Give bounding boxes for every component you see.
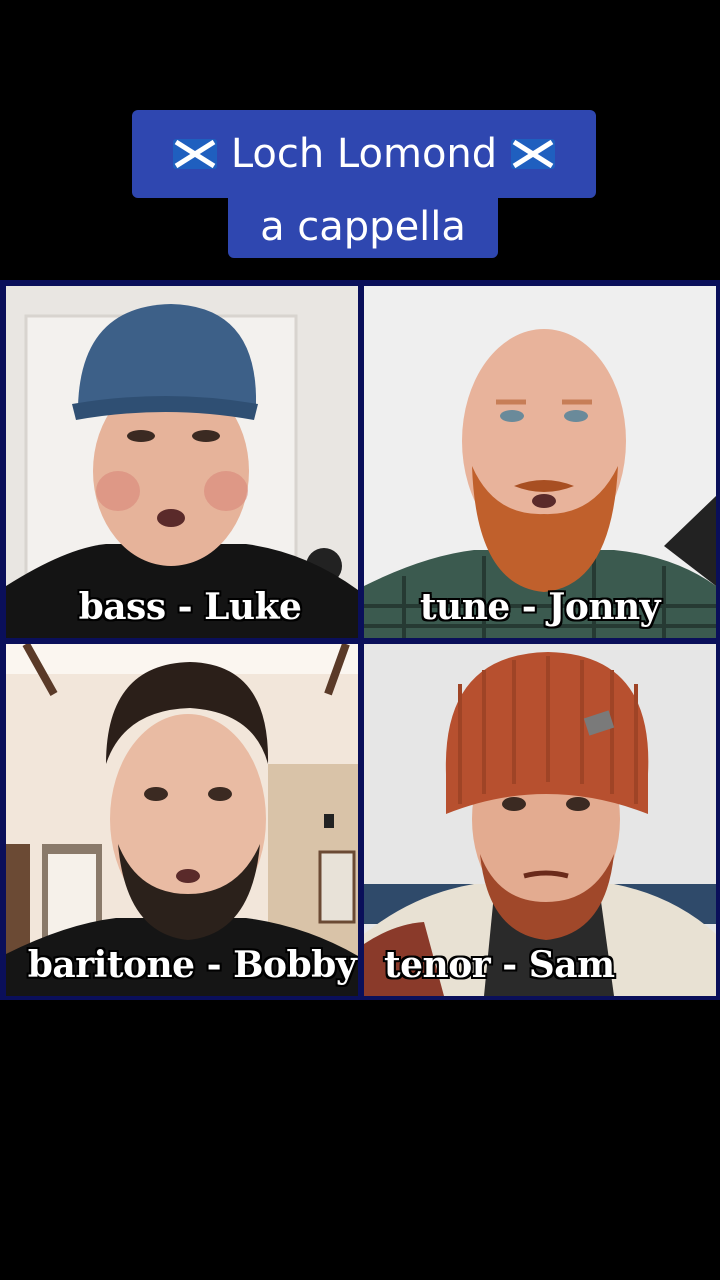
video-tile-tenor: tenor - Sam xyxy=(364,644,716,996)
video-frame: Loch Lomond a cappella bass - Luke tune … xyxy=(0,0,720,1280)
video-grid: bass - Luke tune - Jonny baritone - Bobb… xyxy=(0,280,720,1000)
video-tile-bass: bass - Luke xyxy=(6,286,358,638)
subtitle-text: a cappella xyxy=(260,204,466,250)
video-tile-tune: tune - Jonny xyxy=(364,286,716,638)
part-label: tune - Jonny xyxy=(419,586,661,628)
part-label: bass - Luke xyxy=(78,586,302,628)
part-label: tenor - Sam xyxy=(384,944,615,986)
saltire-flag-icon xyxy=(511,139,556,169)
video-tile-baritone: baritone - Bobby xyxy=(6,644,358,996)
subtitle-caption: a cappella xyxy=(228,196,498,258)
title-text: Loch Lomond xyxy=(230,131,498,177)
part-label: baritone - Bobby xyxy=(27,944,357,986)
saltire-flag-icon xyxy=(172,139,217,169)
title-caption: Loch Lomond xyxy=(132,110,596,198)
